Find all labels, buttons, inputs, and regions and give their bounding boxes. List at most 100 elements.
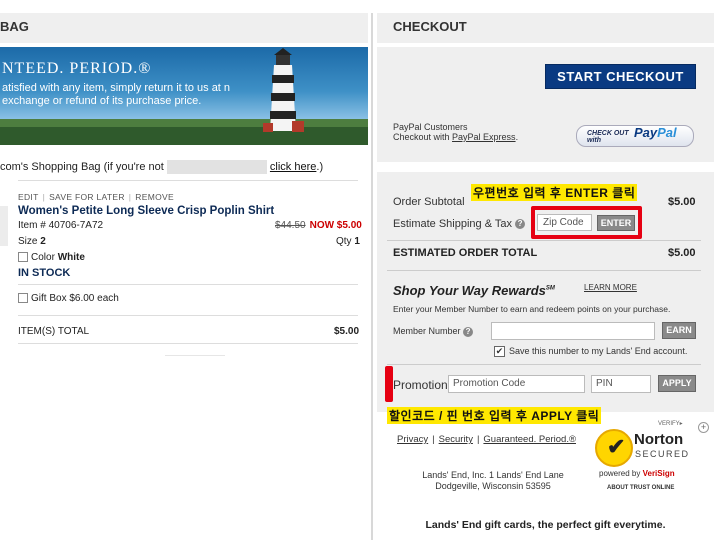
- paypal-period: .: [515, 132, 519, 142]
- paypal-checkout-text: Checkout with: [393, 132, 453, 142]
- item-number: Item # 40706-7A72: [18, 220, 103, 231]
- guarantee-banner[interactable]: NTEED. PERIOD.® atisfied with any item, …: [0, 47, 368, 145]
- size-label: Size: [18, 236, 38, 247]
- shop-your-way-text: Shop Your Way Rewards: [393, 283, 546, 298]
- earn-button[interactable]: EARN: [662, 322, 696, 339]
- zip-annotation-text: 우편번호 입력 후 ENTER 클릭: [471, 184, 638, 201]
- gift-box-label: Gift Box $6.00 each: [31, 293, 119, 304]
- gift-box-checkbox[interactable]: [18, 293, 28, 304]
- guaranteed-period-link[interactable]: Guaranteed. Period.®: [483, 434, 576, 445]
- zip-annotation-box: [531, 206, 642, 239]
- divider: [387, 270, 701, 271]
- item-actions: EDIT | SAVE FOR LATER | REMOVE: [18, 192, 174, 202]
- paypal-checkout-button[interactable]: CHECK OUT with PayPal: [576, 125, 694, 147]
- remove-link[interactable]: REMOVE: [135, 192, 174, 202]
- paypal-info: PayPal Customers Checkout with PayPal Ex…: [393, 122, 518, 142]
- shop-your-way-title: Shop Your Way RewardsSM: [393, 283, 555, 298]
- click-here-link[interactable]: click here: [270, 161, 316, 173]
- paypal-express-link[interactable]: PayPal Express: [452, 132, 516, 142]
- privacy-link[interactable]: Privacy: [397, 434, 428, 445]
- color-label: Color: [31, 252, 55, 263]
- estimated-total-label: ESTIMATED ORDER TOTAL: [393, 247, 538, 259]
- security-link[interactable]: Security: [439, 434, 473, 445]
- learn-more-link[interactable]: LEARN MORE: [584, 283, 637, 292]
- verisign-text: VeriSign: [642, 469, 675, 478]
- items-total-label: ITEM(S) TOTAL: [18, 326, 90, 337]
- sale-price: NOW $5.00: [309, 220, 362, 231]
- address-line-2: Dodgeville, Wisconsin 53595: [435, 481, 551, 491]
- size-value: 2: [40, 236, 46, 247]
- item-qty: Qty 1: [336, 236, 360, 247]
- save-number-checkbox[interactable]: ✔: [494, 346, 505, 358]
- old-price: $44.50: [275, 220, 306, 231]
- company-address: Lands' End, Inc. 1 Lands' End Lane Dodge…: [393, 470, 593, 492]
- promo-annotation-box: [385, 366, 393, 402]
- address-line-1: Lands' End, Inc. 1 Lands' End Lane: [422, 470, 564, 480]
- paypal-logo-pal: Pal: [657, 125, 677, 140]
- pin-input[interactable]: PIN: [591, 375, 651, 393]
- paypal-customers-text: PayPal Customers: [393, 122, 468, 132]
- promotion-label: Promotion: [393, 378, 448, 392]
- promo-annotation-text: 할인코드 / 핀 번호 입력 후 APPLY 클릭: [387, 407, 602, 424]
- promotion-code-input[interactable]: Promotion Code: [448, 375, 585, 393]
- member-number-input[interactable]: [491, 322, 655, 340]
- paypal-logo-pay: Pay: [634, 125, 658, 140]
- service-mark: SM: [545, 285, 555, 292]
- save-for-later-link[interactable]: SAVE FOR LATER: [49, 192, 125, 202]
- powered-by-text: powered by: [599, 469, 641, 478]
- item-number-value: 40706-7A72: [48, 220, 104, 231]
- paypal-button-caption: CHECK OUT with: [587, 130, 629, 144]
- sign-in-note: com's Shopping Bag (if you're not click …: [0, 160, 323, 174]
- about-trust-online-text: ABOUT TRUST ONLINE: [607, 485, 675, 491]
- divider: [387, 240, 701, 241]
- color-swatch: [18, 252, 28, 263]
- item-size: Size 2: [18, 236, 46, 247]
- help-icon[interactable]: ?: [515, 219, 526, 230]
- color-value: White: [57, 252, 85, 263]
- divider: [18, 284, 358, 285]
- item-color: Color White: [18, 252, 85, 263]
- product-thumbnail[interactable]: [0, 206, 8, 246]
- order-subtotal-label: Order Subtotal: [393, 196, 465, 208]
- items-total-value: $5.00: [334, 326, 360, 337]
- stock-status: IN STOCK: [18, 267, 71, 279]
- bag-header: BAG: [0, 13, 368, 43]
- qty-value: 1: [354, 236, 360, 247]
- plus-icon[interactable]: +: [698, 422, 709, 433]
- member-number-label: Member Number ?: [393, 326, 474, 337]
- masked-name: [166, 160, 267, 174]
- product-name[interactable]: Women's Petite Long Sleeve Crisp Poplin …: [18, 205, 274, 217]
- estimate-shipping-label: Estimate Shipping & Tax ?: [393, 218, 526, 230]
- help-icon[interactable]: ?: [463, 326, 474, 337]
- divider: [18, 180, 358, 181]
- sign-in-suffix: .): [316, 160, 324, 173]
- member-number-text: Member Number: [393, 326, 461, 336]
- divider: [387, 364, 701, 365]
- checkout-header-title: CHECKOUT: [393, 19, 467, 34]
- item-price: $44.50 NOW $5.00: [275, 220, 362, 231]
- norton-secured-badge[interactable]: VERIFY▸ + ✔ Norton SECURED powered by Ve…: [592, 421, 710, 495]
- start-checkout-button[interactable]: START CHECKOUT: [545, 64, 696, 89]
- lighthouse-image: [0, 48, 368, 145]
- gift-cards-promo[interactable]: Lands' End gift cards, the perfect gift …: [377, 519, 714, 531]
- paypal-logo: PayPal: [634, 126, 677, 139]
- apply-button[interactable]: APPLY: [658, 375, 696, 392]
- norton-secured-text: SECURED: [635, 449, 690, 459]
- estimate-shipping-text: Estimate Shipping & Tax: [393, 218, 513, 230]
- sign-in-prefix: com's Shopping Bag (if you're not: [0, 160, 164, 173]
- item-number-label: Item #: [18, 220, 46, 231]
- divider: [18, 343, 358, 344]
- divider: [165, 355, 225, 356]
- save-number-option[interactable]: ✔ Save this number to my Lands' End accou…: [494, 346, 688, 358]
- verify-text: VERIFY▸: [658, 421, 683, 427]
- qty-label: Qty: [336, 236, 352, 247]
- column-divider: [371, 13, 373, 540]
- member-number-instructions: Enter your Member Number to earn and red…: [393, 304, 671, 314]
- checkout-header: CHECKOUT: [377, 13, 714, 43]
- save-number-label: Save this number to my Lands' End accoun…: [509, 346, 688, 356]
- order-subtotal-value: $5.00: [668, 196, 696, 208]
- footer-links: Privacy | Security | Guaranteed. Period.®: [397, 434, 576, 445]
- edit-link[interactable]: EDIT: [18, 192, 39, 202]
- gift-box-option[interactable]: Gift Box $6.00 each: [18, 293, 119, 304]
- norton-name: Norton: [634, 431, 684, 448]
